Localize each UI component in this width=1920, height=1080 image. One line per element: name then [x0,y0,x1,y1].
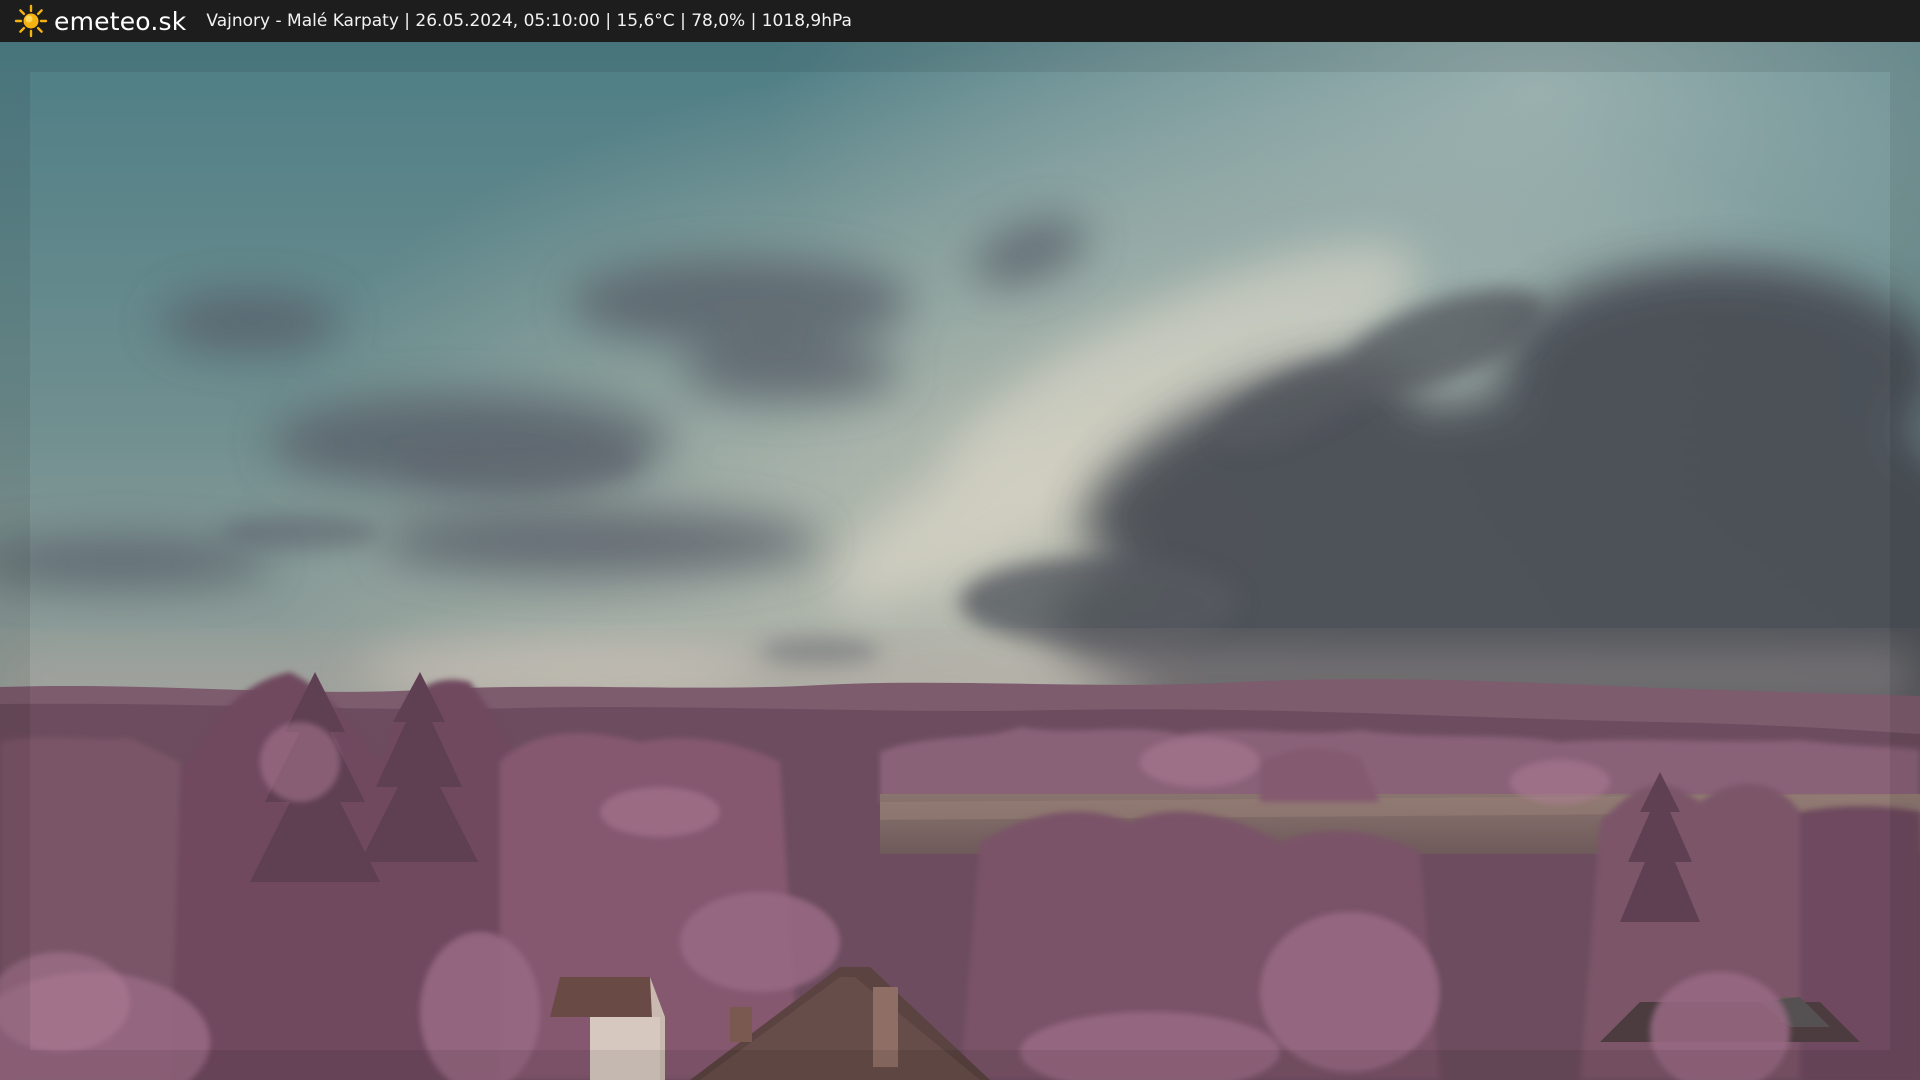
webcam-image [0,42,1920,1080]
sun-icon [14,4,48,38]
station-readout: Vajnory - Malé Karpaty | 26.05.2024, 05:… [206,11,852,31]
top-info-bar: emeteo.sk Vajnory - Malé Karpaty | 26.05… [0,0,1920,42]
brand-name: emeteo.sk [54,6,187,36]
brand-logo[interactable]: emeteo.sk [14,4,186,38]
